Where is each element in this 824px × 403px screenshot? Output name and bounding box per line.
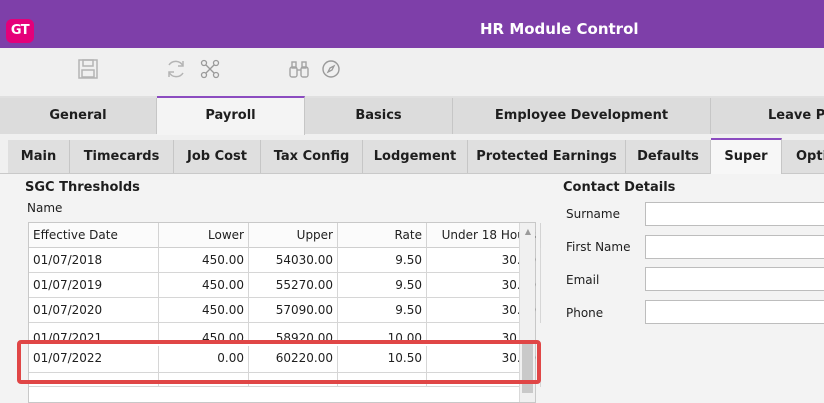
table-row-empty[interactable] xyxy=(29,373,541,387)
surname-label: Surname xyxy=(566,207,620,221)
save-icon[interactable] xyxy=(76,58,100,82)
cell-upper[interactable]: 60220.00 xyxy=(249,346,338,373)
surname-field[interactable] xyxy=(645,202,824,226)
compass-icon[interactable] xyxy=(319,58,343,82)
tab-basics[interactable]: Basics xyxy=(305,98,453,134)
hr-module-window: GT HR Module Control General Payroll Bas… xyxy=(0,0,824,403)
tab-defaults[interactable]: Defaults xyxy=(626,140,711,173)
tab-leave-planning[interactable]: Leave Pla xyxy=(711,98,824,134)
tab-tax-config[interactable]: Tax Config xyxy=(261,140,363,173)
window-title: HR Module Control xyxy=(480,20,639,38)
name-label: Name xyxy=(27,201,63,215)
binoculars-icon[interactable] xyxy=(287,58,311,82)
cell-upper[interactable]: 58920.00 xyxy=(249,323,338,341)
main-tabs: General Payroll Basics Employee Developm… xyxy=(0,96,824,135)
cell-effective-date[interactable]: 01/07/2021 xyxy=(29,323,159,341)
sub-tabs: Main Timecards Job Cost Tax Config Lodge… xyxy=(0,138,824,175)
cell-lower[interactable]: 450.00 xyxy=(159,298,249,323)
tab-options[interactable]: Opti xyxy=(782,140,824,173)
contact-details-title: Contact Details xyxy=(563,180,676,195)
phone-label: Phone xyxy=(566,306,604,320)
empty-cell[interactable] xyxy=(338,373,427,387)
super-panel: SGC Thresholds Name Effective Date Lower… xyxy=(0,174,824,403)
grid-vertical-scrollbar[interactable]: ▲ xyxy=(519,223,535,402)
cell-rate[interactable]: 10.00 xyxy=(338,323,427,341)
cell-effective-date[interactable]: 01/07/2018 xyxy=(29,248,159,273)
sgc-thresholds-grid[interactable]: Effective Date Lower Upper Rate Under 18… xyxy=(28,222,541,403)
cell-upper[interactable]: 57090.00 xyxy=(249,298,338,323)
cell-effective-date[interactable]: 01/07/2020 xyxy=(29,298,159,323)
tab-general[interactable]: General xyxy=(0,98,157,134)
table-row[interactable]: 01/07/2020 450.00 57090.00 9.50 30.00 xyxy=(29,298,541,323)
empty-cell[interactable] xyxy=(29,373,159,387)
tab-timecards[interactable]: Timecards xyxy=(70,140,174,173)
tab-lodgement[interactable]: Lodgement xyxy=(363,140,468,173)
cell-upper[interactable]: 54030.00 xyxy=(249,248,338,273)
grid-header: Effective Date Lower Upper Rate Under 18… xyxy=(29,223,541,248)
column-header-rate[interactable]: Rate xyxy=(338,223,427,248)
app-logo: GT xyxy=(6,19,34,43)
title-bar: GT HR Module Control xyxy=(0,0,824,48)
column-header-lower[interactable]: Lower xyxy=(159,223,249,248)
cell-under-18-hours[interactable]: 30.00 xyxy=(427,323,519,341)
toolbar xyxy=(0,48,824,96)
cell-rate[interactable]: 9.50 xyxy=(338,248,427,273)
cell-rate[interactable]: 9.50 xyxy=(338,298,427,323)
table-row[interactable]: 01/07/2021 450.00 58920.00 10.00 30.00 xyxy=(29,323,519,342)
tab-main[interactable]: Main xyxy=(8,140,70,173)
cell-lower[interactable]: 450.00 xyxy=(159,273,249,298)
email-label: Email xyxy=(566,273,600,287)
empty-cell[interactable] xyxy=(159,373,249,387)
email-field[interactable] xyxy=(645,267,824,291)
table-row[interactable]: 01/07/2022 0.00 60220.00 10.50 30.00 xyxy=(29,346,541,373)
network-icon[interactable] xyxy=(198,58,222,82)
first-name-label: First Name xyxy=(566,240,631,254)
scrollbar-thumb[interactable] xyxy=(522,341,533,393)
cell-upper[interactable]: 55270.00 xyxy=(249,273,338,298)
tab-employee-development[interactable]: Employee Development xyxy=(453,98,711,134)
tab-job-cost[interactable]: Job Cost xyxy=(174,140,261,173)
cell-lower[interactable]: 450.00 xyxy=(159,248,249,273)
cell-rate[interactable]: 9.50 xyxy=(338,273,427,298)
refresh-icon[interactable] xyxy=(164,58,188,82)
tab-protected-earnings[interactable]: Protected Earnings xyxy=(468,140,626,173)
column-header-upper[interactable]: Upper xyxy=(249,223,338,248)
table-row[interactable]: 01/07/2019 450.00 55270.00 9.50 30.00 xyxy=(29,273,541,298)
cell-lower[interactable]: 450.00 xyxy=(159,323,249,341)
table-row[interactable]: 01/07/2018 450.00 54030.00 9.50 30.00 xyxy=(29,248,541,273)
cell-rate[interactable]: 10.50 xyxy=(338,346,427,373)
cell-effective-date[interactable]: 01/07/2019 xyxy=(29,273,159,298)
scroll-up-arrow-icon[interactable]: ▲ xyxy=(523,227,533,237)
tab-payroll[interactable]: Payroll xyxy=(157,96,305,135)
tab-super[interactable]: Super xyxy=(711,138,782,175)
phone-field[interactable] xyxy=(645,300,824,324)
first-name-field[interactable] xyxy=(645,235,824,259)
sgc-thresholds-title: SGC Thresholds xyxy=(25,180,140,195)
column-header-effective-date[interactable]: Effective Date xyxy=(29,223,159,248)
cell-effective-date[interactable]: 01/07/2022 xyxy=(29,346,159,373)
cell-lower[interactable]: 0.00 xyxy=(159,346,249,373)
empty-cell[interactable] xyxy=(249,373,338,387)
